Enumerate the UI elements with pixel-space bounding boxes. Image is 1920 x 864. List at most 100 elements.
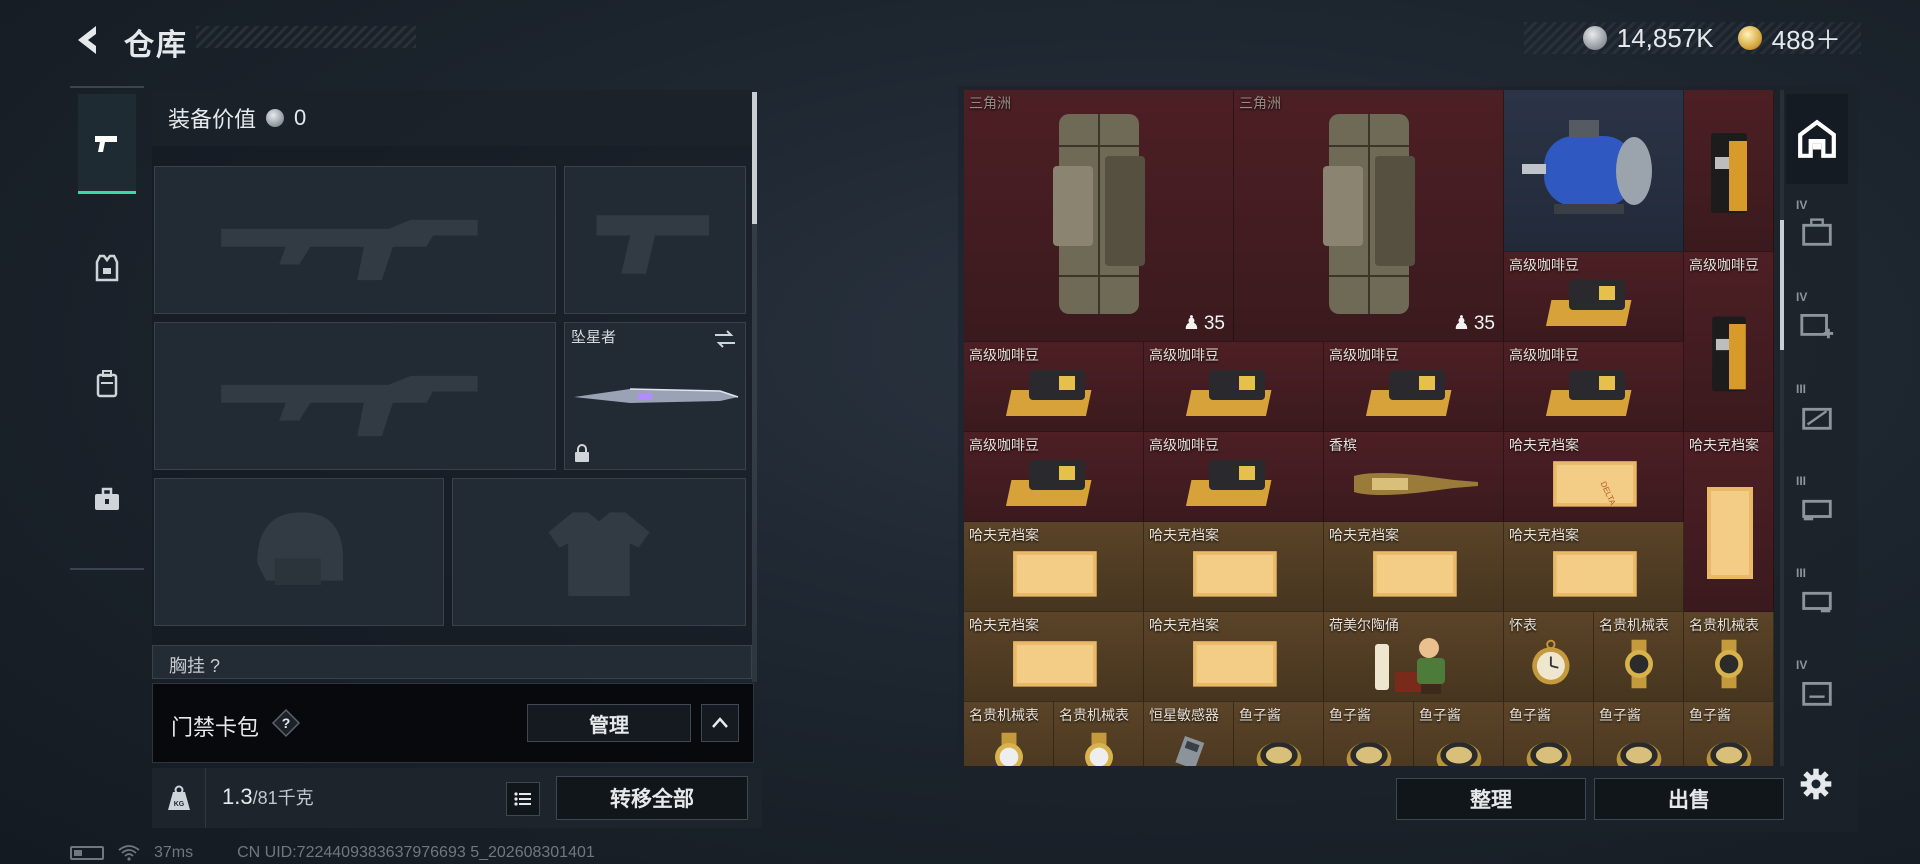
figurine-item[interactable]: 荷美尔陶俑 <box>1324 612 1504 702</box>
coffee-beans-item[interactable]: 高级咖啡豆 <box>1144 432 1324 522</box>
dossier-icon <box>1706 486 1753 579</box>
case-add-icon <box>1800 313 1834 339</box>
item-name: 哈夫克档案 <box>1329 527 1399 543</box>
rail-backpack-button[interactable] <box>78 334 136 434</box>
crate-home-stash[interactable] <box>1786 94 1848 184</box>
item-name: 鱼子酱 <box>1329 707 1371 723</box>
caviar-tin-icon <box>1616 741 1661 766</box>
caviar-item[interactable]: 鱼子酱 <box>1504 702 1594 766</box>
caviar-item[interactable]: 鱼子酱 <box>1414 702 1504 766</box>
dossier-item[interactable]: 哈夫克档案 <box>1324 522 1504 612</box>
item-name: 哈夫克档案 <box>1689 437 1759 453</box>
item-count: ♟ 35 <box>1453 312 1495 335</box>
rail-armor-button[interactable] <box>78 218 136 318</box>
dossier-item[interactable]: 哈夫克档案 <box>1504 522 1684 612</box>
helmet-slot[interactable] <box>154 478 444 626</box>
transfer-all-button[interactable]: 转移全部 <box>556 776 748 820</box>
crate-slot-2[interactable]: IV <box>1786 278 1848 368</box>
armor-slot[interactable] <box>452 478 746 626</box>
battery-icon <box>70 846 104 860</box>
luxury-watch-item[interactable]: 名贵机械表 <box>1684 612 1774 702</box>
crate-tier: III <box>1796 382 1807 396</box>
stash-grid: 三角洲 ♟ 35 三角洲 ♟ 35 高级咖啡豆 高级咖啡豆 高级咖啡豆 高级咖啡豆 … <box>964 90 1774 766</box>
secondary-weapon-slot[interactable] <box>564 166 746 314</box>
sell-button[interactable]: 出售 <box>1594 778 1784 820</box>
dossier-item[interactable]: 哈夫克档案 <box>1144 522 1324 612</box>
category-rail <box>70 86 144 570</box>
help-icon[interactable]: ? <box>271 708 301 738</box>
stash-scrollbar[interactable] <box>1780 90 1784 766</box>
coffee-beans-item[interactable]: 高级咖啡豆 <box>1144 342 1324 432</box>
item-name: 哈夫克档案 <box>969 617 1039 633</box>
dossier-icon <box>1192 550 1277 597</box>
caviar-item[interactable]: 鱼子酱 <box>1324 702 1414 766</box>
currency-bar[interactable]: 14,857K 488＋ <box>1524 22 1861 55</box>
melee-weapon-slot[interactable]: 坠星者 <box>564 322 746 470</box>
coffee-beans-item[interactable]: 高级咖啡豆 <box>964 342 1144 432</box>
crate-tier: III <box>1796 566 1807 580</box>
motor-item[interactable] <box>1504 90 1684 252</box>
item-name: 高级咖啡豆 <box>1149 347 1219 363</box>
luxury-watch-item[interactable]: 名贵机械表 <box>1054 702 1144 766</box>
equipment-scrollbar-thumb[interactable] <box>752 92 757 224</box>
settings-button[interactable] <box>1796 764 1836 804</box>
caviar-item[interactable]: 鱼子酱 <box>1684 702 1774 766</box>
item-name: 名贵机械表 <box>969 707 1039 723</box>
dossier-item[interactable]: 哈夫克档案 <box>964 522 1144 612</box>
pocket-watch-item[interactable]: 怀表 <box>1504 612 1594 702</box>
caviar-item[interactable]: 鱼子酱 <box>1234 702 1324 766</box>
primary-weapon-slot-2[interactable] <box>154 322 556 470</box>
backpack-item[interactable]: 三角洲 ♟ 35 <box>1234 90 1504 342</box>
dossier-item[interactable]: 哈夫克档案 DELTA <box>1504 432 1684 522</box>
sort-button[interactable]: 整理 <box>1396 778 1586 820</box>
crate-slot-5[interactable]: III <box>1786 554 1848 644</box>
weight-bar: KG 1.3/81千克 转移全部 <box>152 768 762 828</box>
item-name: 高级咖啡豆 <box>1689 257 1759 273</box>
keycard-bar: 门禁卡包 ? 管理 <box>152 683 754 763</box>
sensor-item[interactable]: 恒星敏感器 <box>1144 702 1234 766</box>
caviar-tin-icon <box>1436 741 1481 766</box>
primary-weapon-slot[interactable] <box>154 166 556 314</box>
luxury-watch-icon <box>1714 639 1743 688</box>
crate-slot-4[interactable]: III <box>1786 462 1848 552</box>
rail-weapons-button[interactable] <box>78 94 136 194</box>
caviar-item[interactable]: 鱼子酱 <box>1594 702 1684 766</box>
help-icon-text: ? <box>282 715 291 731</box>
collapse-button[interactable] <box>701 704 739 742</box>
crate-slot-3[interactable]: III <box>1786 370 1848 460</box>
luxury-watch-item[interactable]: 名贵机械表 <box>964 702 1054 766</box>
chest-rig-slot[interactable]: 胸挂 ? <box>152 645 752 679</box>
coffee-beans-item[interactable]: 高级咖啡豆 <box>1324 342 1504 432</box>
backpack-art-icon <box>1322 113 1415 314</box>
coffee-beans-item[interactable]: 高级咖啡豆 <box>1504 252 1684 342</box>
stash-scrollbar-thumb[interactable] <box>1780 220 1784 350</box>
electric-motor-icon <box>1521 119 1652 214</box>
luxury-watch-item[interactable]: 名贵机械表 <box>1594 612 1684 702</box>
manage-button[interactable]: 管理 <box>527 704 691 742</box>
dossier-item[interactable]: 哈夫克档案 <box>1144 612 1324 702</box>
case-icon <box>1802 499 1832 521</box>
crate-slot-6[interactable]: IV <box>1786 646 1848 736</box>
crate-slot-1[interactable]: IV <box>1786 186 1848 276</box>
rail-toolbox-button[interactable] <box>78 450 136 550</box>
item-name: 鱼子酱 <box>1509 707 1551 723</box>
back-button[interactable] <box>70 22 106 58</box>
coffee-beans-item[interactable]: 高级咖啡豆 <box>964 432 1144 522</box>
caviar-tin-icon <box>1706 741 1751 766</box>
dossier-item[interactable]: 哈夫克档案 <box>964 612 1144 702</box>
coffee-beans-item[interactable]: 高级咖啡豆 <box>1504 342 1684 432</box>
list-icon <box>514 792 531 806</box>
backpack-item[interactable]: 三角洲 ♟ 35 <box>964 90 1234 342</box>
crate-tier: IV <box>1796 198 1808 212</box>
dossier-item[interactable]: 哈夫克档案 <box>1684 432 1774 612</box>
champagne-item[interactable]: 香槟 <box>1324 432 1504 522</box>
list-view-button[interactable] <box>506 782 540 816</box>
item-name: 高级咖啡豆 <box>1329 347 1399 363</box>
coffee-beans-item[interactable]: 高级咖啡豆 <box>1684 252 1774 432</box>
toolbox-icon <box>95 487 119 510</box>
coffee-bag-item[interactable] <box>1684 90 1774 252</box>
dossier-icon <box>1012 640 1097 687</box>
dossier-icon <box>1192 640 1277 687</box>
page-title: 仓库 <box>124 29 188 62</box>
lock-icon <box>575 444 589 462</box>
